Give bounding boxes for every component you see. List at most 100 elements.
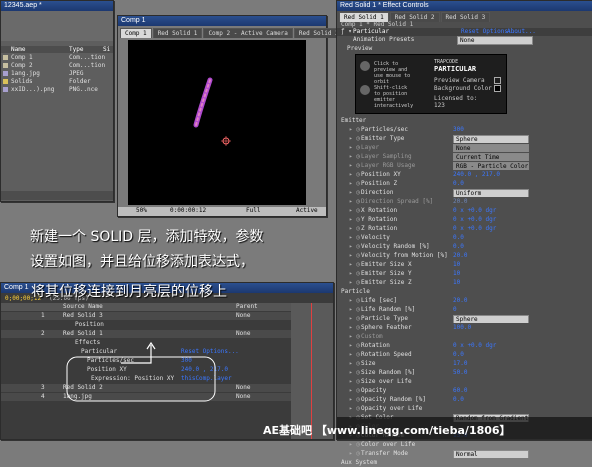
layer-parent[interactable]: None bbox=[236, 384, 250, 392]
property-value[interactable]: 0.0 bbox=[453, 351, 464, 359]
stopwatch-icon[interactable]: ▸ ◷ bbox=[349, 315, 360, 323]
project-item[interactable]: Comp 1 Com...tion bbox=[1, 54, 113, 62]
project-item[interactable]: 1ang.jpg JPEG bbox=[1, 70, 113, 78]
tab-ec-red-solid-3[interactable]: Red Solid 3 bbox=[440, 12, 491, 22]
col-name[interactable]: Name bbox=[11, 46, 25, 53]
stopwatch-icon[interactable]: ▸ ◷ bbox=[349, 270, 360, 278]
property-dropdown[interactable]: Uniform bbox=[453, 189, 529, 197]
property-value[interactable]: 0 bbox=[453, 306, 457, 314]
layer-parent[interactable]: None bbox=[236, 330, 250, 338]
stopwatch-icon[interactable]: ▸ ◷ bbox=[349, 342, 360, 350]
stopwatch-icon[interactable]: ▸ ◷ bbox=[349, 450, 360, 458]
stopwatch-icon[interactable]: ▸ ◷ bbox=[349, 153, 360, 161]
property-value[interactable]: 60.0 bbox=[453, 387, 467, 395]
property-value[interactable]: 0 x +0.0 dgr bbox=[453, 216, 496, 224]
preview-camera-checkbox[interactable] bbox=[494, 77, 501, 84]
col-source-name[interactable]: Source Name bbox=[63, 303, 103, 310]
stopwatch-icon[interactable]: ▸ ◷ bbox=[349, 144, 360, 152]
property-value[interactable]: 0 x +0.0 dgr bbox=[453, 207, 496, 215]
property-value[interactable]: 10 bbox=[453, 270, 460, 278]
stopwatch-icon[interactable]: ▸ ◷ bbox=[349, 234, 360, 242]
stopwatch-icon[interactable]: ▸ ◷ bbox=[349, 252, 360, 260]
stopwatch-icon[interactable]: ▸ ◷ bbox=[349, 369, 360, 377]
property-value[interactable]: 50.0 bbox=[453, 369, 467, 377]
stopwatch-icon[interactable]: ▸ ◷ bbox=[349, 261, 360, 269]
timecode[interactable]: 0:00:00:12 bbox=[170, 207, 206, 214]
timeline-tracks[interactable] bbox=[291, 303, 333, 439]
stopwatch-icon[interactable]: ▸ ◷ bbox=[349, 351, 360, 359]
comp-canvas[interactable] bbox=[128, 40, 306, 205]
item-icon bbox=[3, 63, 8, 68]
anim-presets-dropdown[interactable]: None bbox=[457, 36, 533, 45]
stopwatch-icon[interactable]: ▸ ◷ bbox=[349, 243, 360, 251]
property-value[interactable]: 10 bbox=[453, 279, 460, 287]
stopwatch-icon[interactable]: ▸ ◷ bbox=[349, 378, 360, 386]
fx-toggle-icon[interactable]: ƒ ▾ bbox=[341, 28, 352, 35]
property-value[interactable]: 100.0 bbox=[453, 324, 471, 332]
resolution[interactable]: Full bbox=[246, 207, 260, 214]
property-value[interactable]: 20.0 bbox=[453, 198, 467, 206]
camera-select[interactable]: Active bbox=[296, 207, 318, 214]
stopwatch-icon[interactable]: ▸ ◷ bbox=[349, 279, 360, 287]
zoom-level[interactable]: 50% bbox=[136, 207, 147, 214]
property-value[interactable]: 0.0 bbox=[453, 180, 464, 188]
stopwatch-icon[interactable]: ▸ ◷ bbox=[349, 198, 360, 206]
bg-color-swatch[interactable] bbox=[494, 85, 501, 92]
property-dropdown[interactable]: Sphere bbox=[453, 315, 529, 323]
particle-section[interactable]: Particle bbox=[337, 288, 592, 296]
project-item[interactable]: xxID...).png PNG..nce bbox=[1, 86, 113, 94]
property-dropdown[interactable]: Sphere bbox=[453, 135, 529, 143]
property-dropdown[interactable]: RGB - Particle Color bbox=[453, 162, 529, 170]
stopwatch-icon[interactable]: ▸ ◷ bbox=[349, 441, 360, 449]
stopwatch-icon[interactable]: ▸ ◷ bbox=[349, 225, 360, 233]
stopwatch-icon[interactable]: ▸ ◷ bbox=[349, 297, 360, 305]
property-value[interactable]: 0.0 bbox=[453, 234, 464, 242]
effects-title: Red Solid 1 * Effect Controls bbox=[337, 1, 592, 11]
project-item[interactable]: Comp 2 Com...tion bbox=[1, 62, 113, 70]
stopwatch-icon[interactable]: ▸ ◷ bbox=[349, 162, 360, 170]
stopwatch-icon[interactable]: ▸ ◷ bbox=[349, 306, 360, 314]
timeline-layer-row[interactable]: 1 Red Solid 3 None bbox=[1, 312, 291, 320]
preview-box[interactable]: Click to preview and use mouse to orbit … bbox=[355, 54, 507, 114]
about-link[interactable]: About... bbox=[507, 28, 536, 35]
stopwatch-icon[interactable]: ▸ ◷ bbox=[349, 333, 360, 341]
aux-system-section[interactable]: Aux System bbox=[337, 459, 592, 467]
stopwatch-icon[interactable]: ▸ ◷ bbox=[349, 360, 360, 368]
stopwatch-icon[interactable]: ▸ ◷ bbox=[349, 189, 360, 197]
col-type[interactable]: Type bbox=[69, 46, 83, 53]
playhead[interactable] bbox=[311, 303, 312, 439]
property-value[interactable]: 17.0 bbox=[453, 360, 467, 368]
tab-comp-2[interactable]: Comp 2 - Active Camera bbox=[203, 28, 293, 38]
stopwatch-icon[interactable]: ▸ ◷ bbox=[349, 207, 360, 215]
property-value[interactable]: 300 bbox=[453, 126, 464, 134]
stopwatch-icon[interactable]: ▸ ◷ bbox=[349, 324, 360, 332]
property-value[interactable]: 0.0 bbox=[453, 396, 464, 404]
property-value[interactable]: 0 x +0.0 dgr bbox=[453, 225, 496, 233]
property-dropdown[interactable]: Normal bbox=[453, 450, 529, 458]
stopwatch-icon[interactable]: ▸ ◷ bbox=[349, 171, 360, 179]
property-value[interactable]: 20.0 bbox=[453, 297, 467, 305]
stopwatch-icon[interactable]: ▸ ◷ bbox=[349, 396, 360, 404]
tab-red-solid-1[interactable]: Red Solid 1 bbox=[152, 28, 203, 38]
stopwatch-icon[interactable]: ▸ ◷ bbox=[349, 216, 360, 224]
property-dropdown[interactable]: Current Time bbox=[453, 153, 529, 161]
layer-parent[interactable]: None bbox=[236, 393, 250, 401]
stopwatch-icon[interactable]: ▸ ◷ bbox=[349, 405, 360, 413]
property-dropdown[interactable]: None bbox=[453, 144, 529, 152]
emitter-section[interactable]: Emitter bbox=[337, 117, 592, 125]
property-value[interactable]: 0 x +0.0 dgr bbox=[453, 342, 496, 350]
stopwatch-icon[interactable]: ▸ ◷ bbox=[349, 135, 360, 143]
layer-parent[interactable]: None bbox=[236, 312, 250, 320]
tab-comp-1[interactable]: Comp 1 bbox=[120, 28, 152, 38]
project-item[interactable]: Solids Folder bbox=[1, 78, 113, 86]
col-parent[interactable]: Parent bbox=[236, 303, 258, 310]
stopwatch-icon[interactable]: ▸ ◷ bbox=[349, 126, 360, 134]
stopwatch-icon[interactable]: ▸ ◷ bbox=[349, 180, 360, 188]
stopwatch-icon[interactable]: ▸ ◷ bbox=[349, 387, 360, 395]
col-size[interactable]: Si bbox=[103, 46, 110, 53]
property-value[interactable]: 20.0 bbox=[453, 252, 467, 260]
property-value[interactable]: 240.0 , 217.0 bbox=[453, 171, 500, 179]
property-value[interactable]: 0.0 bbox=[453, 243, 464, 251]
comp-footer: 50% 0:00:00:12 Full Active bbox=[118, 207, 326, 216]
property-value[interactable]: 10 bbox=[453, 261, 460, 269]
